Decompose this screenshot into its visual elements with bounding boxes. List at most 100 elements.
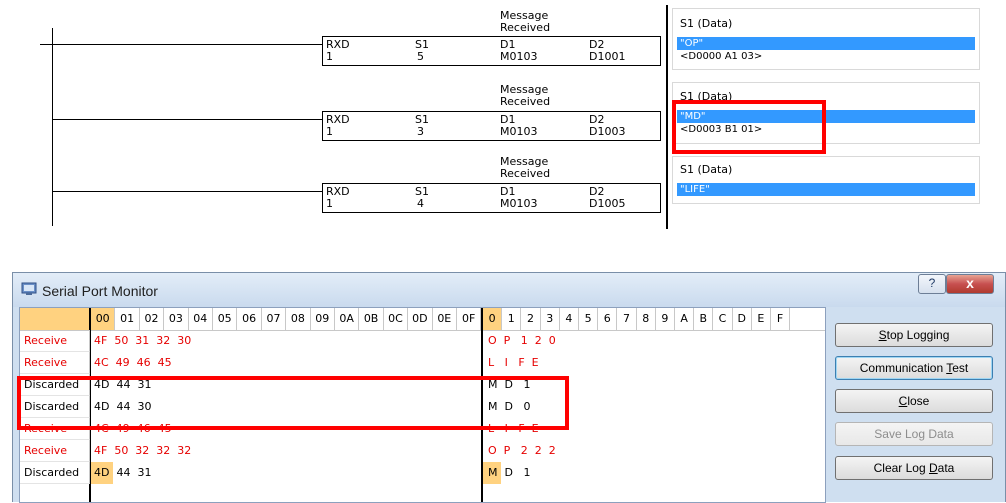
log-row-hex: 4C 49 46 45 [94, 356, 172, 369]
log-row-type: Receive [20, 330, 90, 352]
instr-value-d1: M0103 [500, 125, 538, 138]
ascii-column-header: D [733, 308, 752, 330]
stop-logging-label: top Logging [886, 328, 950, 342]
log-row-ascii: L I F E [488, 356, 539, 369]
help-icon: ? [928, 276, 936, 290]
watch-title: S1 (Data) [680, 163, 733, 176]
log-row[interactable]: Receive 4C 49 46 45 L I F E [20, 352, 825, 374]
stop-logging-accel: S [878, 328, 887, 342]
hex-column-header: 05 [213, 308, 238, 330]
watch-selected-value[interactable]: "LIFE" [677, 183, 975, 196]
hex-column-header: 0F [457, 308, 482, 330]
clear-log-data-label: Clear Log [873, 461, 929, 475]
instr-value-port: 1 [326, 125, 333, 138]
hex-column-header: 0D [408, 308, 433, 330]
window-title: Serial Port Monitor [42, 283, 158, 299]
serial-port-monitor-window[interactable]: Serial Port Monitor ? x 00 01 02 03 04 05 06 07… [12, 272, 1006, 503]
hex-column-header: 00 [91, 308, 116, 330]
log-row-hex: 4F 50 32 32 32 [94, 444, 192, 457]
close-icon: x [966, 275, 974, 291]
clear-log-data-accel: D [929, 461, 938, 475]
ascii-column-header: F [771, 308, 791, 330]
clear-log-data-button[interactable]: Clear Log Data [835, 456, 993, 480]
log-row-type: Receive [20, 352, 90, 374]
instr-value-s1: 5 [417, 50, 424, 63]
communication-test-label: Communication [859, 361, 947, 375]
ascii-column-header: 6 [598, 308, 618, 330]
instr-value-d1: M0103 [500, 197, 538, 210]
ascii-column-header: B [694, 308, 714, 330]
hex-column-header: 06 [237, 308, 262, 330]
log-row-type: Discarded [20, 462, 90, 484]
highlight-box [672, 100, 826, 154]
instr-value-d2: D1005 [589, 197, 626, 210]
hex-column-header: 0C [384, 308, 409, 330]
ascii-column-header: 7 [617, 308, 637, 330]
close-window-button[interactable]: x [946, 274, 994, 294]
log-row[interactable]: Receive 4F 50 32 32 32 O P 2 2 2 [20, 440, 825, 462]
stop-logging-button[interactable]: Stop Logging [835, 323, 993, 347]
log-row[interactable]: Receive 4F 50 31 32 30 O P 1 2 0 [20, 330, 825, 352]
close-button[interactable]: Close [835, 389, 993, 413]
hex-column-header: 01 [115, 308, 140, 330]
message-received-label: Message Received [500, 9, 551, 34]
serial-port-icon [21, 282, 37, 295]
hex-column-header: 08 [286, 308, 311, 330]
log-row[interactable]: Discarded 4D 44 31 M D 1 [20, 462, 825, 484]
rxd-instruction[interactable]: RXD S1 D1 D2 1 3 M0103 D1003 [322, 111, 661, 141]
ascii-column-header: 4 [560, 308, 579, 330]
save-log-data-button[interactable]: Save Log Data [835, 422, 993, 446]
message-received-label: Message Received [500, 83, 551, 108]
help-button[interactable]: ? [918, 274, 946, 294]
log-row-hex: 4D 44 31 [94, 466, 152, 479]
title-bar[interactable]: Serial Port Monitor ? x [13, 273, 1005, 307]
save-log-data-label: Save Log Data [874, 427, 954, 441]
ascii-column-header: 8 [637, 308, 656, 330]
hex-column-header: 0A [335, 308, 360, 330]
ascii-column-header: 3 [541, 308, 560, 330]
hex-column-header: 0B [359, 308, 384, 330]
communication-test-label-rest: est [952, 361, 969, 375]
close-label: lose [907, 394, 930, 408]
instr-value-d1: M0103 [500, 50, 538, 63]
communication-test-button[interactable]: Communication Test [835, 356, 993, 380]
instr-value-d2: D1001 [589, 50, 626, 63]
hex-column-header: 04 [189, 308, 213, 330]
rxd-instruction[interactable]: RXD S1 D1 D2 1 5 M0103 D1001 [322, 36, 661, 66]
log-row-ascii: M D 1 [488, 466, 531, 479]
ascii-column-header: 1 [502, 308, 522, 330]
hex-column-header: 03 [164, 308, 189, 330]
ascii-column-header: A [675, 308, 695, 330]
log-row-ascii: O P 1 2 0 [488, 334, 556, 347]
ascii-column-header: 2 [521, 308, 541, 330]
instr-value-s1: 4 [417, 197, 424, 210]
left-power-rail [52, 28, 53, 226]
rung-wire [52, 191, 322, 192]
grid-header-row: 00 01 02 03 04 05 06 07 08 09 0A 0B 0C 0D 0E 0F 0 1 2 3 4 5 6 7… [20, 308, 825, 331]
right-power-rail [666, 5, 668, 229]
ascii-column-header: E [752, 308, 771, 330]
instr-value-s1: 3 [417, 125, 424, 138]
ascii-column-header: 9 [656, 308, 675, 330]
watch-detail-value: <D0000 A1 03> [680, 51, 763, 62]
ascii-column-header: 0 [483, 308, 503, 330]
discarded-rows-highlight [17, 376, 569, 430]
hex-column-header: 02 [140, 308, 165, 330]
instr-value-port: 1 [326, 50, 333, 63]
rung-wire [40, 44, 322, 45]
instr-value-port: 1 [326, 197, 333, 210]
hex-column-header: 0E [433, 308, 457, 330]
log-row-hex: 4F 50 31 32 30 [94, 334, 192, 347]
instr-value-d2: D1003 [589, 125, 626, 138]
hex-column-header: 07 [262, 308, 287, 330]
corner-cell [20, 308, 90, 330]
log-row-ascii: O P 2 2 2 [488, 444, 556, 457]
watch-selected-value[interactable]: "OP" [677, 37, 975, 50]
rxd-instruction[interactable]: RXD S1 D1 D2 1 4 M0103 D1005 [322, 183, 661, 213]
ascii-column-header: C [713, 308, 733, 330]
hex-column-header: 09 [311, 308, 335, 330]
watch-title: S1 (Data) [680, 17, 733, 30]
rung-wire [52, 119, 322, 120]
clear-log-data-label-rest: ata [937, 461, 955, 475]
ascii-column-header: 5 [579, 308, 599, 330]
